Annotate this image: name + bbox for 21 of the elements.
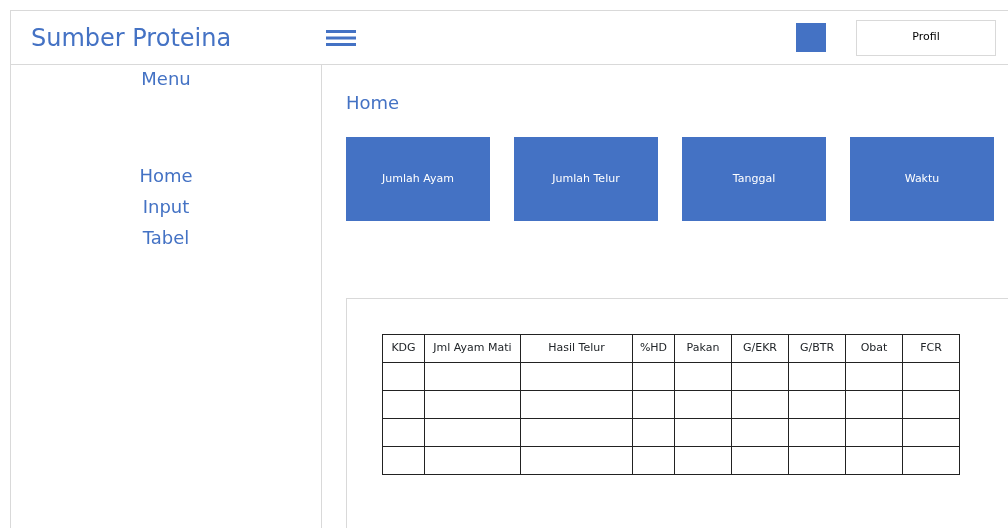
stat-tile: Jumlah Telur [514,137,658,221]
sidebar-link[interactable]: Input [142,191,190,222]
stat-tile: Jumlah Ayam [346,137,490,221]
column-header: G/BTR [788,334,846,363]
column-header: Jml Ayam Mati [424,334,521,363]
sidebar-link[interactable]: Home [139,160,193,191]
column-header: G/EKR [731,334,789,363]
stat-tile: Tanggal [682,137,826,221]
profile-button[interactable]: Profil [856,19,996,56]
column-header: Obat [845,334,903,363]
column-header: FCR [902,334,960,363]
menu-icon[interactable] [326,29,356,46]
sidebar-link[interactable]: Tabel [142,222,190,253]
column-header: Pakan [674,334,732,363]
column-header: Hasil Telur [520,334,633,363]
column-header: %HD [632,334,675,363]
column-header: KDG [382,334,425,363]
app-title: Sumber Proteina [31,22,233,54]
page-title: Home [346,91,401,115]
stat-tile: Waktu [850,137,994,221]
sidebar-heading: Menu [141,67,191,91]
